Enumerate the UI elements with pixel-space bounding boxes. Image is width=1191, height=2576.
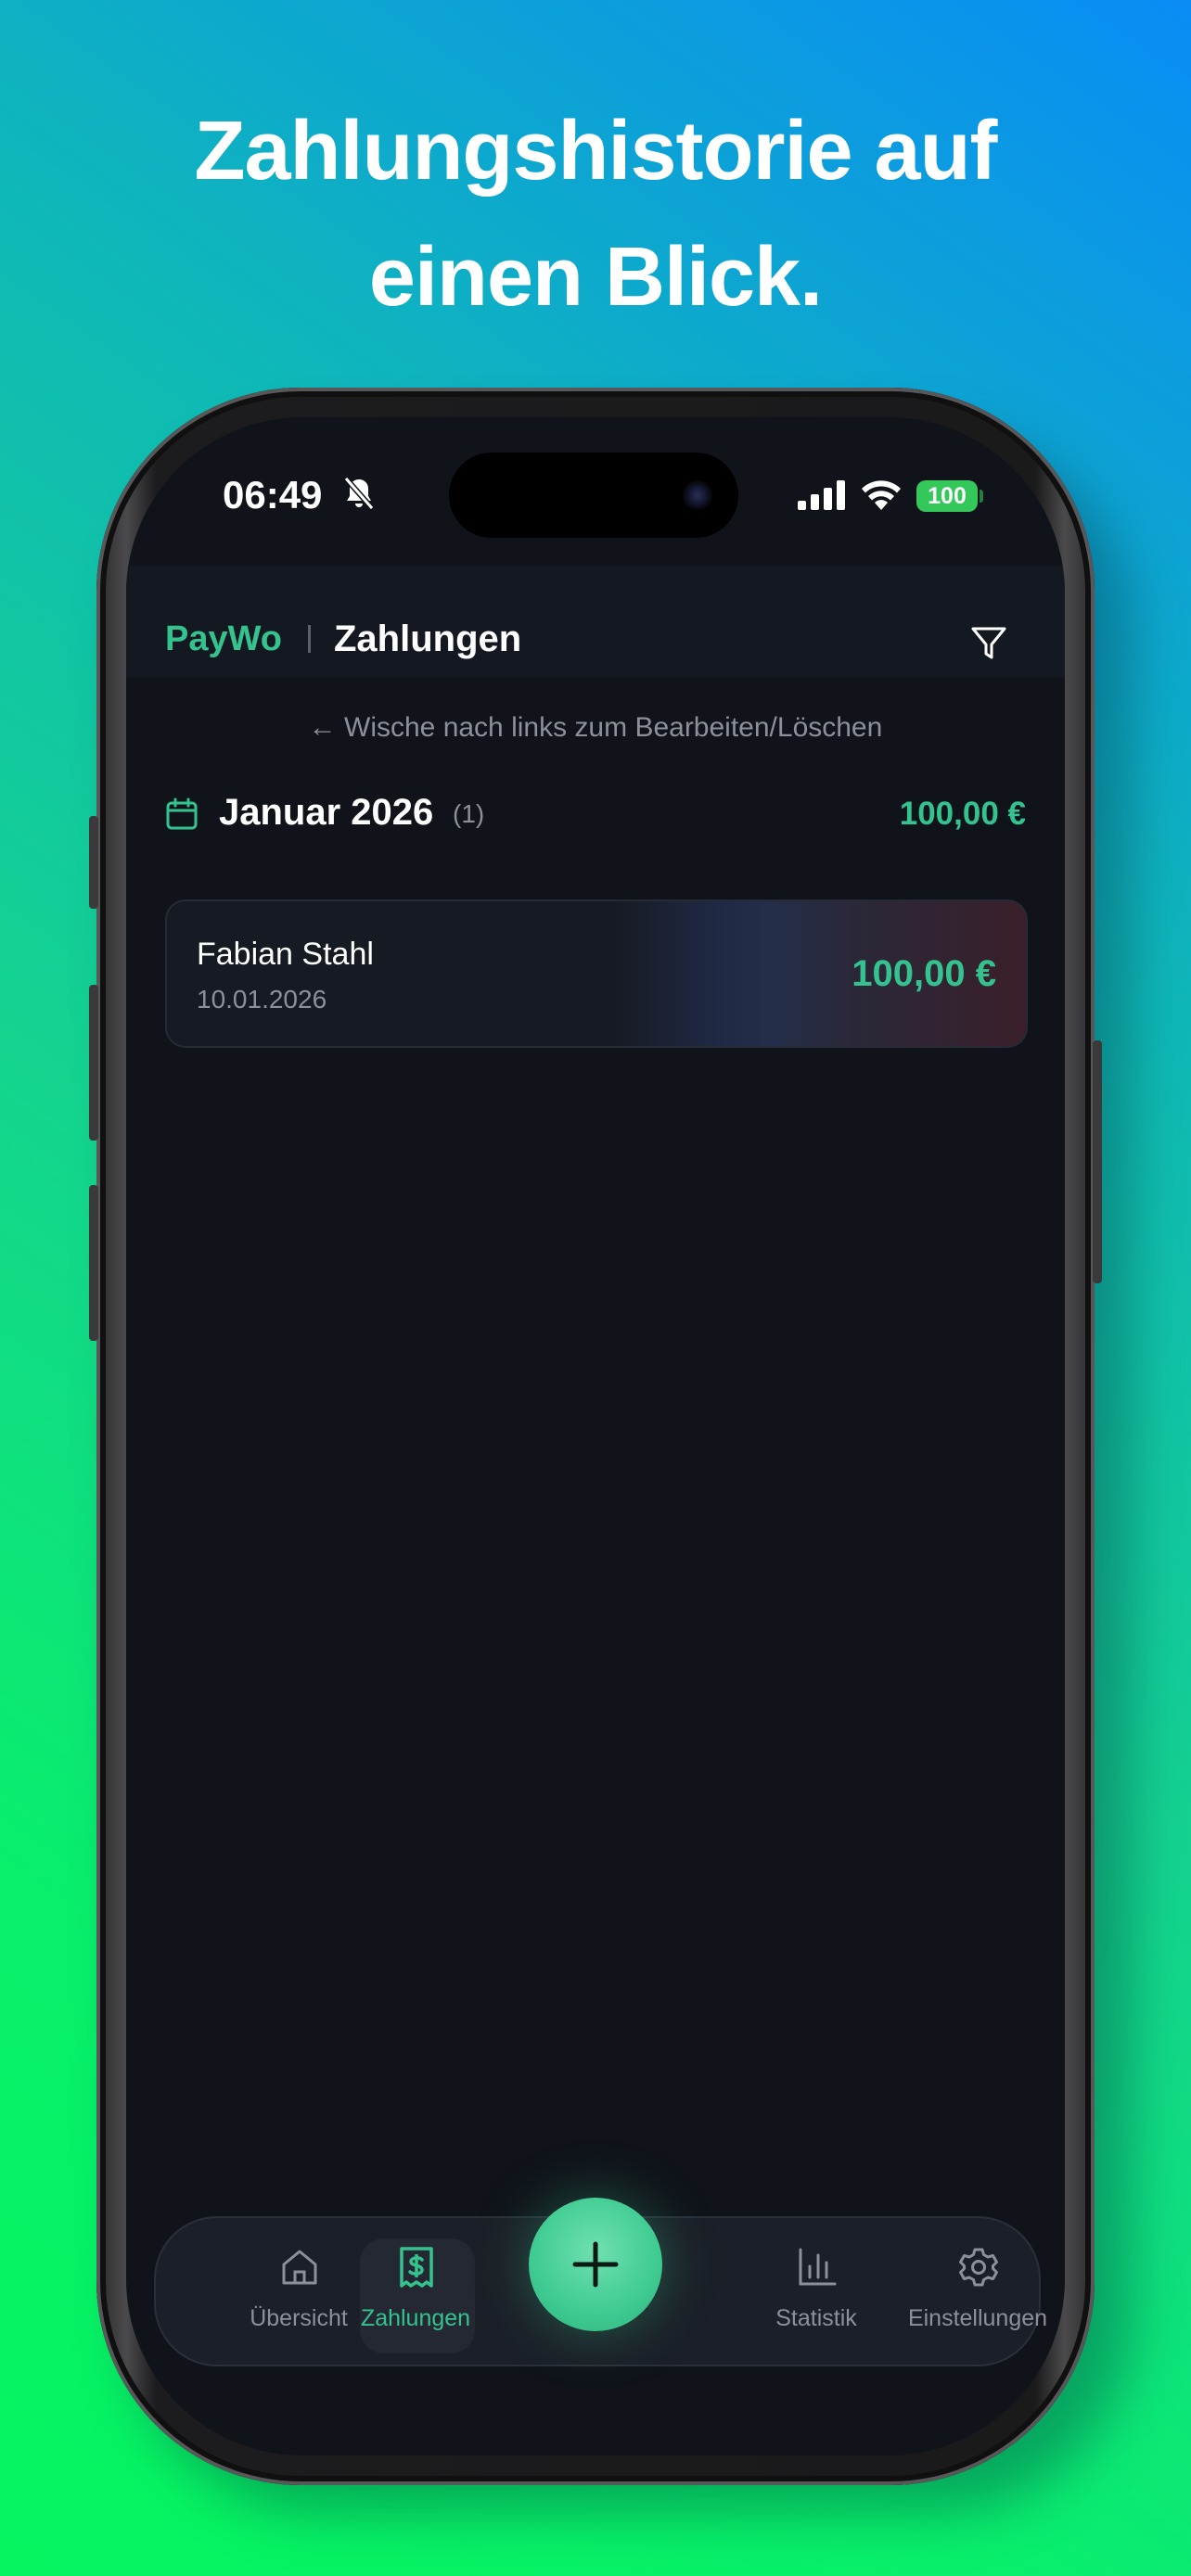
battery-tip <box>980 490 983 503</box>
page-title: Zahlungen <box>334 618 522 659</box>
power-button <box>1093 1040 1102 1283</box>
month-count: (1) <box>453 799 485 828</box>
volume-up-button <box>89 985 98 1141</box>
swipe-hint: ← Wische nach links zum Bearbeiten/Lösch… <box>308 712 883 743</box>
tab-payments[interactable]: Zahlungen <box>341 2218 490 2365</box>
battery-indicator: 100 <box>916 480 978 512</box>
tab-label: Statistik <box>775 2305 857 2331</box>
add-payment-button[interactable] <box>529 2198 662 2331</box>
wifi-icon <box>862 480 901 510</box>
headline-line-1: Zahlungshistorie auf <box>194 105 997 198</box>
home-icon <box>282 2250 317 2285</box>
filter-icon[interactable] <box>970 625 1007 662</box>
promo-headline: Zahlungshistorie auf einen Blick. <box>0 88 1191 340</box>
signal-icon <box>798 480 845 510</box>
phone-screen: 06:49 100 PayWo Zahlungen ← Wische nach … <box>126 417 1065 2455</box>
tab-label: Einstellungen <box>907 2305 1048 2331</box>
month-label: Januar 2026 <box>219 792 434 833</box>
plus-icon <box>572 2241 619 2288</box>
payee-name: Fabian Stahl <box>197 937 374 972</box>
gear-icon <box>959 2248 998 2287</box>
camera-icon <box>683 480 712 510</box>
status-time: 06:49 <box>223 473 323 516</box>
tab-label: Zahlungen <box>360 2305 471 2331</box>
payment-card[interactable]: Fabian Stahl 10.01.2026 100,00 € <box>165 899 1028 1048</box>
headline-line-2: einen Blick. <box>368 231 823 324</box>
receipt-icon <box>400 2247 433 2288</box>
brand-separator <box>308 625 311 653</box>
volume-down-button <box>89 1185 98 1341</box>
payment-date: 10.01.2026 <box>197 985 327 1014</box>
bar-chart-icon <box>799 2248 837 2286</box>
dynamic-island <box>449 453 738 538</box>
tab-statistics[interactable]: Statistik <box>742 2218 890 2365</box>
bell-muted-icon <box>343 477 375 510</box>
tab-settings[interactable]: Einstellungen <box>903 2218 1052 2365</box>
month-group-header[interactable]: Januar 2026 (1) 100,00 € <box>165 788 1026 844</box>
calendar-icon <box>166 797 198 830</box>
brand-name: PayWo <box>165 619 283 658</box>
month-total: 100,00 € <box>899 796 1026 832</box>
app-bar: PayWo Zahlungen <box>126 566 1065 677</box>
action-button <box>89 816 98 909</box>
payment-amount: 100,00 € <box>852 953 996 994</box>
